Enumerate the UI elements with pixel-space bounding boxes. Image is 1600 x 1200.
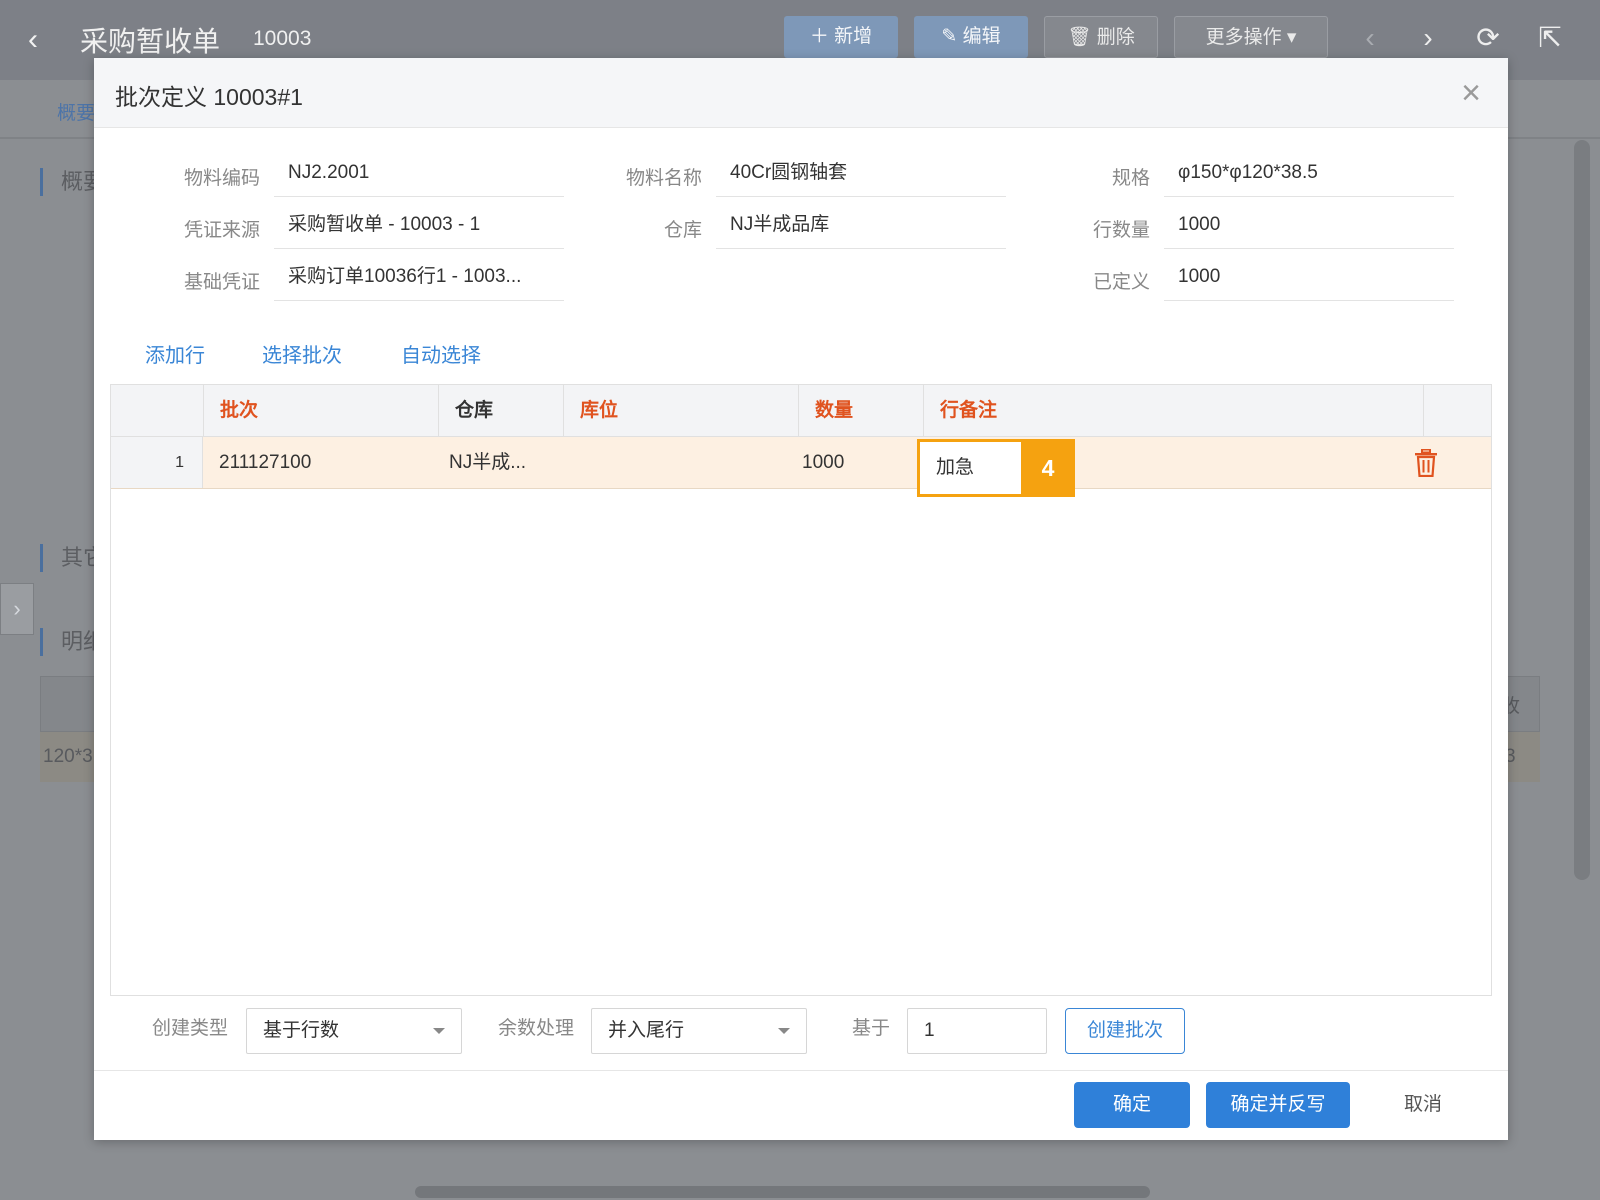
based-on-input[interactable] <box>907 1008 1047 1054</box>
close-icon[interactable]: × <box>1454 76 1488 110</box>
delete-button[interactable]: 🗑 删除 <box>1044 16 1158 58</box>
table-row[interactable]: 1 211127100 NJ半成... 1000 加急 4 <box>111 437 1491 497</box>
trash-icon: 🗑 <box>1067 27 1092 48</box>
material-code-label: 物料编码 <box>183 168 260 189</box>
material-name-label: 物料名称 <box>625 168 702 189</box>
row-index: 1 <box>111 437 203 488</box>
confirm-button[interactable]: 确定 <box>1074 1082 1190 1128</box>
create-batch-button[interactable]: 创建批次 <box>1065 1008 1185 1054</box>
column-remark[interactable]: 行备注 <box>923 385 1423 437</box>
column-location[interactable]: 库位 <box>563 385 798 437</box>
prev-record-icon[interactable]: ‹ <box>1352 20 1388 56</box>
next-record-icon[interactable]: › <box>1410 20 1446 56</box>
footer-divider <box>94 1070 1508 1071</box>
column-actions <box>1423 385 1491 437</box>
base-voucher-value: 采购订单10036行1 - 1003... <box>274 255 564 301</box>
warehouse-label: 仓库 <box>663 220 702 241</box>
sidebar-expand-toggle[interactable]: › <box>0 583 34 635</box>
remark-input-text: 加急 <box>936 457 975 478</box>
warehouse-value: NJ半成品库 <box>716 203 1006 249</box>
voucher-source-label: 凭证来源 <box>183 220 260 241</box>
caret-down-icon: ▾ <box>1286 27 1297 48</box>
batch-grid: 批次 仓库 库位 数量 行备注 1 211127100 NJ半成... 1000… <box>110 384 1492 996</box>
cell-location[interactable] <box>563 437 798 488</box>
more-actions-dropdown[interactable]: 更多操作 ▾ <box>1174 16 1328 58</box>
spec-value: φ150*φ120*38.5 <box>1164 151 1454 197</box>
column-warehouse[interactable]: 仓库 <box>438 385 563 437</box>
share-icon[interactable]: ⇱ <box>1532 20 1568 56</box>
create-type-select[interactable]: 基于行数 <box>246 1008 462 1054</box>
select-batch-link[interactable]: 选择批次 <box>262 339 342 368</box>
remark-edit-input[interactable]: 加急 4 <box>917 439 1075 497</box>
spec-label: 规格 <box>1111 168 1150 189</box>
horizontal-scrollbar[interactable] <box>415 1186 1150 1198</box>
page-title: 采购暂收单 <box>80 26 221 57</box>
page-code: 10003 <box>253 27 312 50</box>
remainder-label: 余数处理 <box>498 1018 575 1039</box>
auto-select-link[interactable]: 自动选择 <box>401 339 481 368</box>
base-voucher-label: 基础凭证 <box>183 272 260 293</box>
refresh-icon[interactable]: ⟳ <box>1470 20 1506 56</box>
step-number-badge: 4 <box>1021 439 1075 497</box>
edit-icon: ✎ <box>941 26 958 47</box>
material-code-value: NJ2.2001 <box>274 151 564 197</box>
defined-qty-value: 1000 <box>1164 255 1454 301</box>
back-arrow-icon[interactable]: ‹ <box>28 22 56 58</box>
dialog-title: 批次定义 10003#1 <box>115 84 303 110</box>
add-button[interactable]: ＋ 新增 <box>784 16 898 58</box>
create-type-value: 基于行数 <box>263 1020 340 1041</box>
column-batch[interactable]: 批次 <box>203 385 438 437</box>
defined-qty-label: 已定义 <box>1092 272 1150 293</box>
line-qty-label: 行数量 <box>1092 220 1150 241</box>
create-type-label: 创建类型 <box>152 1018 229 1039</box>
cell-warehouse[interactable]: NJ半成... <box>433 437 558 488</box>
confirm-writeback-button[interactable]: 确定并反写 <box>1206 1082 1350 1128</box>
caret-down-icon <box>433 1028 445 1034</box>
based-on-label: 基于 <box>852 1018 891 1039</box>
material-name-value: 40Cr圆钢轴套 <box>716 151 1006 197</box>
batch-definition-dialog: 批次定义 10003#1 × 物料编码 NJ2.2001 物料名称 40Cr圆钢… <box>94 58 1508 1140</box>
edit-button[interactable]: ✎ 编辑 <box>914 16 1028 58</box>
grid-header: 批次 仓库 库位 数量 行备注 <box>111 385 1491 437</box>
add-row-link[interactable]: 添加行 <box>145 339 205 368</box>
dialog-header: 批次定义 10003#1 × <box>94 58 1508 128</box>
cancel-button[interactable]: 取消 <box>1404 1082 1442 1128</box>
remainder-value: 并入尾行 <box>608 1020 685 1041</box>
cell-batch[interactable]: 211127100 <box>203 437 438 488</box>
plus-icon: ＋ <box>809 26 829 47</box>
voucher-source-value: 采购暂收单 - 10003 - 1 <box>274 203 564 249</box>
remainder-select[interactable]: 并入尾行 <box>591 1008 807 1054</box>
column-qty[interactable]: 数量 <box>798 385 923 437</box>
line-qty-value: 1000 <box>1164 203 1454 249</box>
cell-qty[interactable]: 1000 <box>786 437 911 488</box>
tab-overview[interactable]: 概要 <box>57 98 95 125</box>
vertical-scrollbar[interactable] <box>1574 140 1590 880</box>
delete-row-trash-icon[interactable] <box>1413 449 1439 477</box>
caret-down-icon <box>778 1028 790 1034</box>
